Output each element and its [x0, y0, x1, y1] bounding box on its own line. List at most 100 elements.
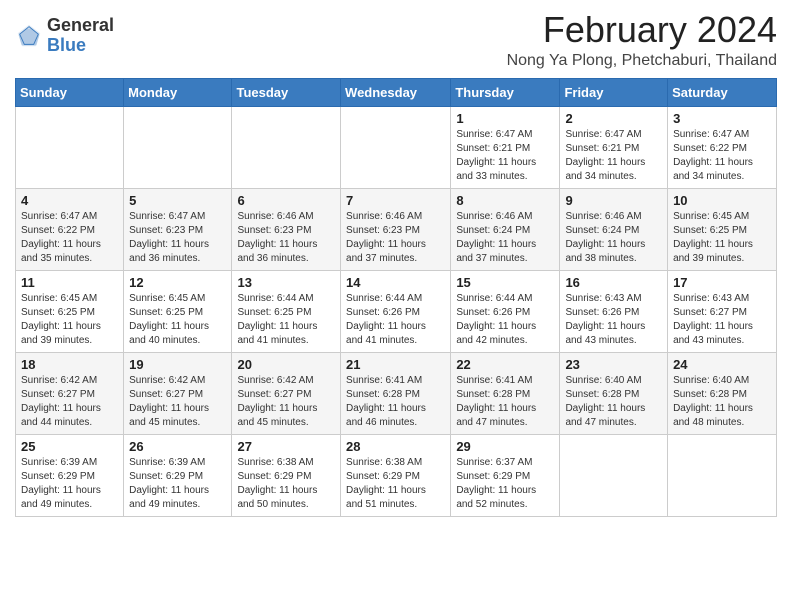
day-info: Sunrise: 6:47 AM Sunset: 6:23 PM Dayligh…: [129, 210, 226, 266]
day-number: 24: [673, 357, 771, 372]
day-info: Sunrise: 6:42 AM Sunset: 6:27 PM Dayligh…: [129, 374, 226, 430]
week-row-4: 18 Sunrise: 6:42 AM Sunset: 6:27 PM Dayli…: [16, 352, 777, 434]
day-cell: 20 Sunrise: 6:42 AM Sunset: 6:27 PM Dayli…: [232, 352, 341, 434]
day-cell: [232, 106, 341, 188]
day-info: Sunrise: 6:43 AM Sunset: 6:26 PM Dayligh…: [565, 292, 662, 348]
day-cell: 10 Sunrise: 6:45 AM Sunset: 6:25 PM Dayli…: [668, 188, 777, 270]
day-cell: 15 Sunrise: 6:44 AM Sunset: 6:26 PM Dayli…: [451, 270, 560, 352]
day-info: Sunrise: 6:39 AM Sunset: 6:29 PM Dayligh…: [21, 456, 118, 512]
day-cell: [560, 434, 668, 516]
header-cell-friday: Friday: [560, 78, 668, 106]
header-cell-tuesday: Tuesday: [232, 78, 341, 106]
logo-general: General: [47, 16, 114, 36]
day-cell: 14 Sunrise: 6:44 AM Sunset: 6:26 PM Dayli…: [341, 270, 451, 352]
subtitle: Nong Ya Plong, Phetchaburi, Thailand: [507, 52, 777, 70]
day-cell: 13 Sunrise: 6:44 AM Sunset: 6:25 PM Dayli…: [232, 270, 341, 352]
day-number: 16: [565, 275, 662, 290]
day-number: 25: [21, 439, 118, 454]
day-number: 13: [237, 275, 335, 290]
week-row-1: 1 Sunrise: 6:47 AM Sunset: 6:21 PM Daylig…: [16, 106, 777, 188]
day-number: 12: [129, 275, 226, 290]
day-number: 28: [346, 439, 445, 454]
day-info: Sunrise: 6:40 AM Sunset: 6:28 PM Dayligh…: [673, 374, 771, 430]
title-area: February 2024 Nong Ya Plong, Phetchaburi…: [507, 10, 777, 70]
day-number: 15: [456, 275, 554, 290]
day-number: 2: [565, 111, 662, 126]
day-number: 7: [346, 193, 445, 208]
day-cell: 7 Sunrise: 6:46 AM Sunset: 6:23 PM Daylig…: [341, 188, 451, 270]
day-number: 4: [21, 193, 118, 208]
day-info: Sunrise: 6:46 AM Sunset: 6:23 PM Dayligh…: [346, 210, 445, 266]
day-cell: 3Sunrise: 6:47 AM Sunset: 6:22 PM Daylig…: [668, 106, 777, 188]
day-number: 20: [237, 357, 335, 372]
day-cell: 8 Sunrise: 6:46 AM Sunset: 6:24 PM Daylig…: [451, 188, 560, 270]
day-cell: 6 Sunrise: 6:46 AM Sunset: 6:23 PM Daylig…: [232, 188, 341, 270]
day-info: Sunrise: 6:42 AM Sunset: 6:27 PM Dayligh…: [237, 374, 335, 430]
day-number: 27: [237, 439, 335, 454]
week-row-5: 25 Sunrise: 6:39 AM Sunset: 6:29 PM Dayli…: [16, 434, 777, 516]
header-cell-wednesday: Wednesday: [341, 78, 451, 106]
day-number: 22: [456, 357, 554, 372]
day-number: 11: [21, 275, 118, 290]
day-cell: [16, 106, 124, 188]
day-info: Sunrise: 6:41 AM Sunset: 6:28 PM Dayligh…: [456, 374, 554, 430]
day-number: 17: [673, 275, 771, 290]
day-info: Sunrise: 6:40 AM Sunset: 6:28 PM Dayligh…: [565, 374, 662, 430]
day-cell: 12 Sunrise: 6:45 AM Sunset: 6:25 PM Dayli…: [124, 270, 232, 352]
day-cell: [668, 434, 777, 516]
day-number: 8: [456, 193, 554, 208]
day-info: Sunrise: 6:38 AM Sunset: 6:29 PM Dayligh…: [237, 456, 335, 512]
day-info: Sunrise: 6:46 AM Sunset: 6:24 PM Dayligh…: [565, 210, 662, 266]
day-info: Sunrise: 6:39 AM Sunset: 6:29 PM Dayligh…: [129, 456, 226, 512]
day-number: 9: [565, 193, 662, 208]
day-info: Sunrise: 6:45 AM Sunset: 6:25 PM Dayligh…: [21, 292, 118, 348]
day-info: Sunrise: 6:46 AM Sunset: 6:23 PM Dayligh…: [237, 210, 335, 266]
day-cell: 19 Sunrise: 6:42 AM Sunset: 6:27 PM Dayli…: [124, 352, 232, 434]
week-row-2: 4 Sunrise: 6:47 AM Sunset: 6:22 PM Daylig…: [16, 188, 777, 270]
day-info: Sunrise: 6:41 AM Sunset: 6:28 PM Dayligh…: [346, 374, 445, 430]
header-row: SundayMondayTuesdayWednesdayThursdayFrid…: [16, 78, 777, 106]
day-info: Sunrise: 6:43 AM Sunset: 6:27 PM Dayligh…: [673, 292, 771, 348]
day-number: 14: [346, 275, 445, 290]
day-number: 21: [346, 357, 445, 372]
day-info: Sunrise: 6:45 AM Sunset: 6:25 PM Dayligh…: [673, 210, 771, 266]
header-cell-monday: Monday: [124, 78, 232, 106]
day-cell: 23Sunrise: 6:40 AM Sunset: 6:28 PM Dayli…: [560, 352, 668, 434]
header-cell-thursday: Thursday: [451, 78, 560, 106]
logo: General Blue: [15, 16, 114, 56]
day-number: 1: [456, 111, 554, 126]
day-number: 18: [21, 357, 118, 372]
day-cell: 9 Sunrise: 6:46 AM Sunset: 6:24 PM Daylig…: [560, 188, 668, 270]
logo-text: General Blue: [47, 16, 114, 56]
day-number: 5: [129, 193, 226, 208]
day-cell: 29Sunrise: 6:37 AM Sunset: 6:29 PM Dayli…: [451, 434, 560, 516]
week-row-3: 11 Sunrise: 6:45 AM Sunset: 6:25 PM Dayli…: [16, 270, 777, 352]
day-info: Sunrise: 6:44 AM Sunset: 6:26 PM Dayligh…: [346, 292, 445, 348]
day-number: 19: [129, 357, 226, 372]
day-cell: 2 Sunrise: 6:47 AM Sunset: 6:21 PM Daylig…: [560, 106, 668, 188]
day-number: 3: [673, 111, 771, 126]
day-cell: 26Sunrise: 6:39 AM Sunset: 6:29 PM Dayli…: [124, 434, 232, 516]
day-info: Sunrise: 6:44 AM Sunset: 6:25 PM Dayligh…: [237, 292, 335, 348]
day-info: Sunrise: 6:47 AM Sunset: 6:22 PM Dayligh…: [21, 210, 118, 266]
day-info: Sunrise: 6:47 AM Sunset: 6:21 PM Dayligh…: [565, 128, 662, 184]
day-number: 6: [237, 193, 335, 208]
day-info: Sunrise: 6:42 AM Sunset: 6:27 PM Dayligh…: [21, 374, 118, 430]
calendar-body: 1 Sunrise: 6:47 AM Sunset: 6:21 PM Daylig…: [16, 106, 777, 516]
day-info: Sunrise: 6:44 AM Sunset: 6:26 PM Dayligh…: [456, 292, 554, 348]
header: General Blue February 2024 Nong Ya Plong…: [15, 10, 777, 70]
day-cell: 16 Sunrise: 6:43 AM Sunset: 6:26 PM Dayli…: [560, 270, 668, 352]
day-cell: [124, 106, 232, 188]
header-cell-saturday: Saturday: [668, 78, 777, 106]
day-cell: 17 Sunrise: 6:43 AM Sunset: 6:27 PM Dayli…: [668, 270, 777, 352]
day-cell: 5 Sunrise: 6:47 AM Sunset: 6:23 PM Daylig…: [124, 188, 232, 270]
day-info: Sunrise: 6:45 AM Sunset: 6:25 PM Dayligh…: [129, 292, 226, 348]
day-cell: 21 Sunrise: 6:41 AM Sunset: 6:28 PM Dayli…: [341, 352, 451, 434]
logo-blue: Blue: [47, 36, 114, 56]
day-info: Sunrise: 6:47 AM Sunset: 6:21 PM Dayligh…: [456, 128, 554, 184]
day-number: 10: [673, 193, 771, 208]
day-info: Sunrise: 6:46 AM Sunset: 6:24 PM Dayligh…: [456, 210, 554, 266]
calendar: SundayMondayTuesdayWednesdayThursdayFrid…: [15, 78, 777, 517]
day-cell: [341, 106, 451, 188]
day-cell: 11 Sunrise: 6:45 AM Sunset: 6:25 PM Dayli…: [16, 270, 124, 352]
